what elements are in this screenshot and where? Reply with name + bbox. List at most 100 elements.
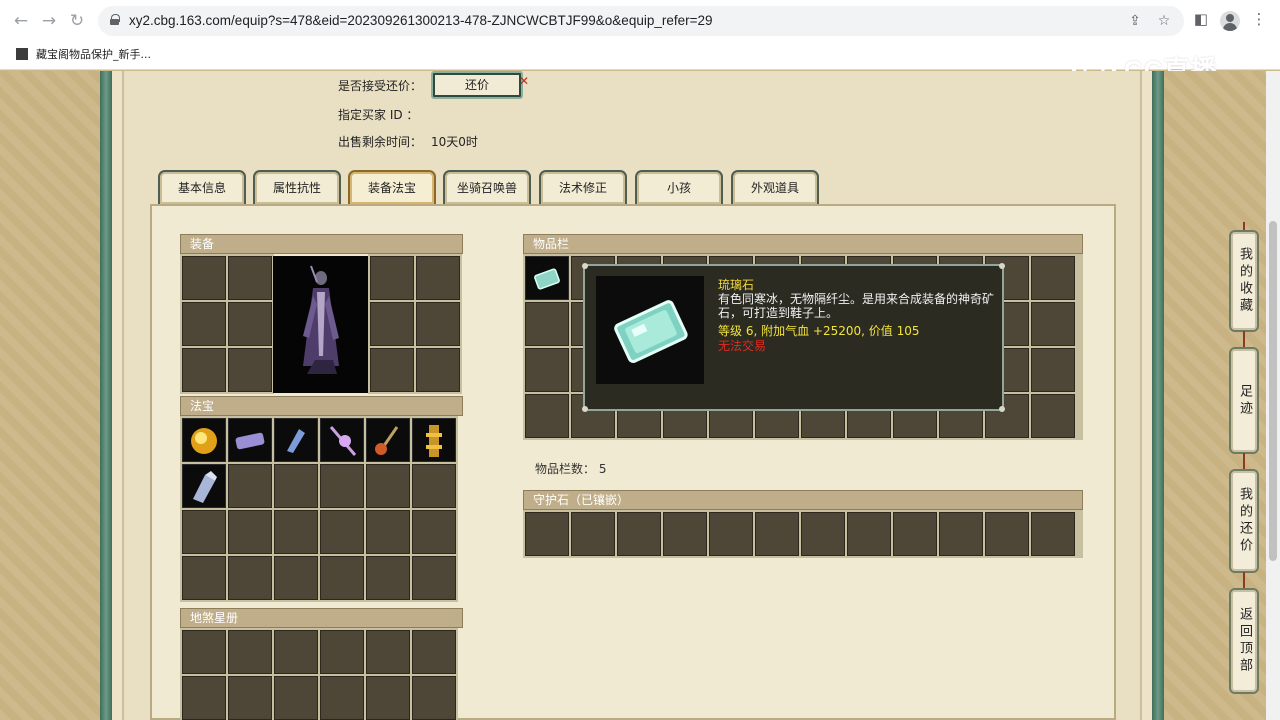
star-slot[interactable]	[366, 676, 410, 720]
star-slot[interactable]	[274, 630, 318, 674]
guardian-slot[interactable]	[985, 512, 1029, 556]
fabao-slot[interactable]	[412, 510, 456, 554]
fabao-slot[interactable]	[412, 556, 456, 600]
reload-icon[interactable]: ↻	[66, 10, 88, 32]
bookmark-label: 藏宝阁物品保护_新手...	[36, 48, 151, 61]
url-text[interactable]: xy2.cbg.163.com/equip?s=478&eid=20230926…	[129, 13, 713, 28]
guardian-stone-grid	[523, 510, 1083, 558]
fabao-claw-icon[interactable]	[274, 418, 318, 462]
fabao-slot[interactable]	[320, 510, 364, 554]
fabao-scroll-icon[interactable]	[228, 418, 272, 462]
guardian-slot[interactable]	[1031, 512, 1075, 556]
tab-basic-info[interactable]: 基本信息	[158, 170, 246, 204]
fabao-slot[interactable]	[274, 510, 318, 554]
fabao-slot[interactable]	[366, 464, 410, 508]
equip-slot[interactable]	[416, 348, 460, 392]
address-bar[interactable]: xy2.cbg.163.com/equip?s=478&eid=20230926…	[98, 6, 1184, 36]
fabao-slot[interactable]	[274, 556, 318, 600]
favorites-button[interactable]: 我的收藏	[1229, 230, 1259, 332]
lock-icon[interactable]	[110, 14, 120, 25]
guardian-slot[interactable]	[801, 512, 845, 556]
inventory-slot[interactable]	[1031, 256, 1075, 300]
fabao-slot[interactable]	[320, 464, 364, 508]
inventory-slot[interactable]	[525, 302, 569, 346]
guardian-slot[interactable]	[525, 512, 569, 556]
equip-slot[interactable]	[416, 256, 460, 300]
bookmark-item[interactable]: 藏宝阁物品保护_新手...	[16, 46, 151, 62]
guardian-slot[interactable]	[663, 512, 707, 556]
profile-icon[interactable]	[1220, 11, 1240, 31]
back-icon[interactable]: ←	[10, 10, 32, 32]
guardian-slot[interactable]	[939, 512, 983, 556]
guardian-slot[interactable]	[893, 512, 937, 556]
guardian-slot[interactable]	[755, 512, 799, 556]
guardian-slot[interactable]	[709, 512, 753, 556]
star-slot[interactable]	[228, 676, 272, 720]
sidepanel-icon[interactable]: ◧	[1191, 10, 1211, 28]
star-slot[interactable]	[412, 676, 456, 720]
equip-slot[interactable]	[182, 302, 226, 346]
fabao-slot[interactable]	[182, 510, 226, 554]
fabao-crystal-staff-icon[interactable]	[320, 418, 364, 462]
fabao-slot[interactable]	[228, 510, 272, 554]
accept-counter-label: 是否接受还价：	[338, 79, 423, 93]
inventory-slot[interactable]	[1031, 302, 1075, 346]
fabao-slot[interactable]	[320, 556, 364, 600]
guardian-slot[interactable]	[847, 512, 891, 556]
tab-equipment[interactable]: 装备法宝	[348, 170, 436, 204]
star-slot[interactable]	[412, 630, 456, 674]
fabao-slot[interactable]	[228, 464, 272, 508]
star-slot[interactable]	[182, 676, 226, 720]
counter-offer-button[interactable]: 还价	[431, 71, 523, 99]
star-slot[interactable]	[320, 676, 364, 720]
fabao-fire-gourd-icon[interactable]	[366, 418, 410, 462]
forward-icon[interactable]: →	[38, 10, 60, 32]
star-slot[interactable]	[274, 676, 318, 720]
equip-slot[interactable]	[228, 256, 272, 300]
guardian-slot[interactable]	[571, 512, 615, 556]
left-pillar	[100, 71, 112, 720]
fabao-slot[interactable]	[228, 556, 272, 600]
fabao-header: 法宝	[180, 396, 463, 416]
equip-slot[interactable]	[182, 348, 226, 392]
inventory-slot[interactable]	[1031, 348, 1075, 392]
star-slot[interactable]	[228, 630, 272, 674]
inventory-glass-stone-icon[interactable]	[525, 256, 569, 300]
tab-mounts[interactable]: 坐骑召唤兽	[443, 170, 531, 204]
fabao-slot[interactable]	[366, 510, 410, 554]
close-icon[interactable]: ✕	[519, 74, 529, 88]
inventory-slot[interactable]	[1031, 394, 1075, 438]
tab-child[interactable]: 小孩	[635, 170, 723, 204]
star-icon[interactable]: ☆	[1155, 13, 1173, 29]
my-counter-offers-button[interactable]: 我的还价	[1229, 469, 1259, 573]
share-icon[interactable]: ⇪	[1126, 13, 1144, 29]
page-scrollbar[interactable]	[1266, 71, 1280, 720]
back-to-top-button[interactable]: 返回顶部	[1229, 588, 1259, 694]
equip-slot[interactable]	[182, 256, 226, 300]
fabao-golden-pagoda-icon[interactable]	[412, 418, 456, 462]
star-slot[interactable]	[366, 630, 410, 674]
fabao-slot[interactable]	[182, 556, 226, 600]
star-slot[interactable]	[320, 630, 364, 674]
equip-slot[interactable]	[370, 256, 414, 300]
star-slot[interactable]	[182, 630, 226, 674]
equip-slot[interactable]	[416, 302, 460, 346]
fabao-gold-orb-icon[interactable]	[182, 418, 226, 462]
history-button[interactable]: 足迹	[1229, 347, 1259, 454]
menu-icon[interactable]: ⋮	[1249, 10, 1269, 28]
equip-slot[interactable]	[370, 302, 414, 346]
guardian-slot[interactable]	[617, 512, 661, 556]
inventory-slot[interactable]	[525, 394, 569, 438]
time-left-label: 出售剩余时间：	[338, 135, 423, 149]
tab-attributes[interactable]: 属性抗性	[253, 170, 341, 204]
tab-spell-mods[interactable]: 法术修正	[539, 170, 627, 204]
equip-slot[interactable]	[228, 302, 272, 346]
equip-slot[interactable]	[228, 348, 272, 392]
fabao-slot[interactable]	[274, 464, 318, 508]
equip-slot[interactable]	[370, 348, 414, 392]
inventory-slot[interactable]	[525, 348, 569, 392]
fabao-gauntlet-icon[interactable]	[182, 464, 226, 508]
tab-appearance[interactable]: 外观道具	[731, 170, 819, 204]
fabao-slot[interactable]	[412, 464, 456, 508]
fabao-slot[interactable]	[366, 556, 410, 600]
